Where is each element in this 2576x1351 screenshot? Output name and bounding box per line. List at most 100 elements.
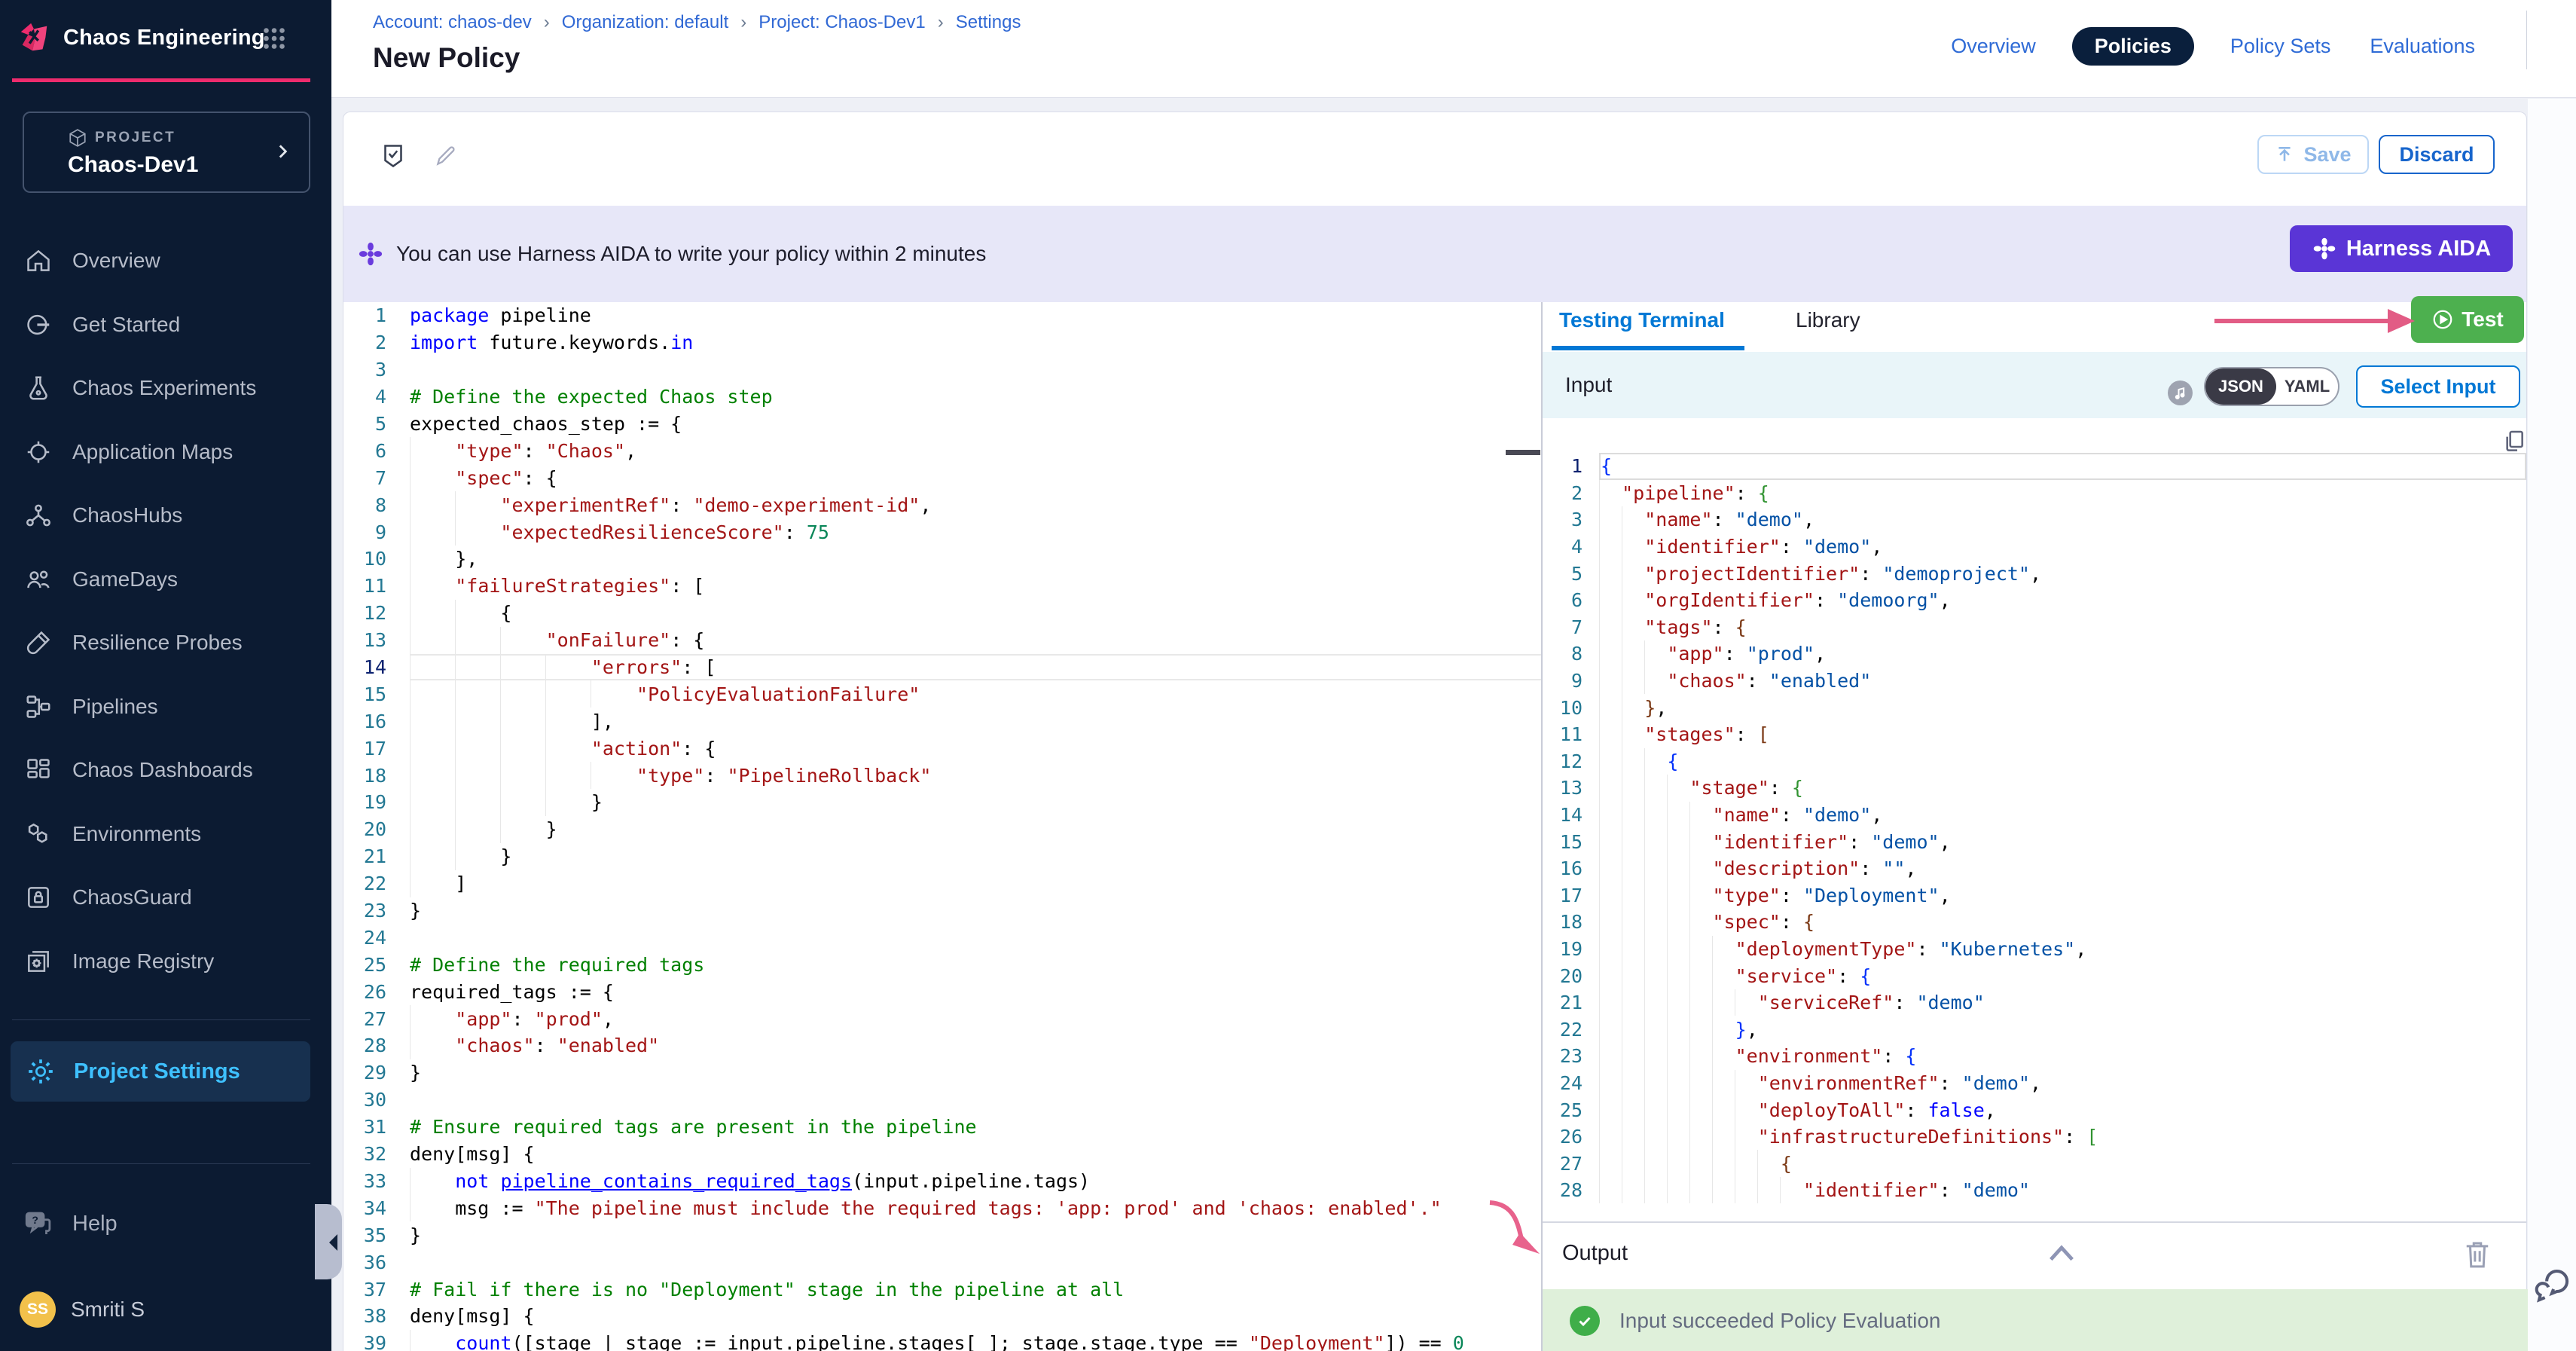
code-line[interactable]: 34 msg := "The pipeline must include the… [343, 1194, 1541, 1221]
code-line[interactable]: 26 "infrastructureDefinitions": [ [1542, 1123, 2526, 1151]
validate-policy-icon[interactable] [380, 139, 407, 173]
code-line[interactable]: 23 "environment": { [1542, 1043, 2526, 1070]
sidebar-item-chaoshubs[interactable]: ChaosHubs [0, 484, 331, 548]
format-toggle[interactable]: JSONYAML [2204, 367, 2339, 406]
user-menu[interactable]: SS Smriti S [0, 1287, 331, 1332]
code-line[interactable]: 18 "spec": { [1542, 909, 2526, 936]
project-selector[interactable]: PROJECT Chaos-Dev1 [23, 112, 310, 193]
sidebar-item-chaos-dashboards[interactable]: Chaos Dashboards [0, 738, 331, 802]
input-json-editor[interactable]: 1{2 "pipeline": {3 "name": "demo",4 "ide… [1542, 453, 2526, 1203]
code-line[interactable]: 31# Ensure required tags are present in … [343, 1114, 1541, 1141]
support-chat-icon[interactable] [2532, 1264, 2573, 1305]
copy-icon[interactable] [2502, 427, 2526, 454]
code-line[interactable]: 32deny[msg] { [343, 1141, 1541, 1168]
code-line[interactable]: 16 ], [343, 708, 1541, 735]
policy-code-editor[interactable]: 1package pipeline2import future.keywords… [343, 302, 1541, 1351]
code-line[interactable]: 27 "app": "prod", [343, 1005, 1541, 1032]
code-line[interactable]: 4 "identifier": "demo", [1542, 533, 2526, 561]
code-line[interactable]: 38deny[msg] { [343, 1303, 1541, 1330]
code-line[interactable]: 14 "errors": [ [343, 654, 1541, 681]
tab-policy-sets[interactable]: Policy Sets [2227, 27, 2334, 66]
code-line[interactable]: 27 { [1542, 1150, 2526, 1177]
sidebar-item-image-registry[interactable]: Image Registry [0, 930, 331, 994]
code-line[interactable]: 6 "orgIdentifier": "demoorg", [1542, 587, 2526, 614]
code-line[interactable]: 10 }, [343, 546, 1541, 573]
format-option-yaml[interactable]: YAML [2276, 368, 2338, 405]
sidebar-item-get-started[interactable]: Get Started [0, 293, 331, 357]
edit-pencil-icon[interactable] [434, 141, 458, 171]
code-line[interactable]: 24 "environmentRef": "demo", [1542, 1070, 2526, 1097]
code-line[interactable]: 19 } [343, 789, 1541, 816]
code-line[interactable]: 1package pipeline [343, 302, 1541, 329]
code-line[interactable]: 4# Define the expected Chaos step [343, 384, 1541, 411]
code-line[interactable]: 25 "deployToAll": false, [1542, 1096, 2526, 1123]
code-line[interactable]: 7 "tags": { [1542, 614, 2526, 641]
code-line[interactable]: 2import future.keywords.in [343, 329, 1541, 356]
code-line[interactable]: 8 "app": "prod", [1542, 640, 2526, 668]
code-line[interactable]: 24 [343, 924, 1541, 951]
sidebar-item-chaosguard[interactable]: ChaosGuard [0, 866, 331, 930]
module-grid-icon[interactable] [259, 25, 289, 52]
code-line[interactable]: 5expected_chaos_step := { [343, 411, 1541, 438]
code-line[interactable]: 33 not pipeline_contains_required_tags(i… [343, 1168, 1541, 1195]
sidebar-item-pipelines[interactable]: Pipelines [0, 675, 331, 739]
tab-overview[interactable]: Overview [1948, 27, 2039, 66]
format-option-json[interactable]: JSON [2205, 368, 2276, 405]
code-line[interactable]: 9 "chaos": "enabled" [1542, 668, 2526, 695]
breadcrumb-item[interactable]: Settings [956, 12, 1021, 33]
code-line[interactable]: 28 "chaos": "enabled" [343, 1032, 1541, 1059]
breadcrumb-item[interactable]: Account: chaos-dev [373, 12, 532, 33]
code-line[interactable]: 6 "type": "Chaos", [343, 437, 1541, 464]
chevron-up-icon[interactable] [2049, 1244, 2074, 1262]
panel-resize-handle[interactable] [1506, 450, 1540, 455]
code-line[interactable]: 15 "identifier": "demo", [1542, 828, 2526, 855]
code-line[interactable]: 17 "action": { [343, 735, 1541, 762]
code-line[interactable]: 7 "spec": { [343, 464, 1541, 491]
code-line[interactable]: 21 "serviceRef": "demo" [1542, 989, 2526, 1016]
tab-policies[interactable]: Policies [2072, 27, 2194, 66]
sidebar-collapse-handle[interactable] [315, 1204, 342, 1279]
code-line[interactable]: 26required_tags := { [343, 978, 1541, 1005]
code-line[interactable]: 14 "name": "demo", [1542, 802, 2526, 829]
sidebar-item-chaos-experiments[interactable]: Chaos Experiments [0, 356, 331, 420]
code-line[interactable]: 13 "onFailure": { [343, 627, 1541, 654]
trash-icon[interactable] [2463, 1238, 2492, 1271]
select-input-button[interactable]: Select Input [2356, 365, 2520, 408]
code-line[interactable]: 1{ [1542, 453, 2526, 480]
code-line[interactable]: 21 } [343, 843, 1541, 870]
save-button[interactable]: Save [2257, 135, 2369, 174]
code-line[interactable]: 20 } [343, 816, 1541, 843]
code-line[interactable]: 20 "service": { [1542, 962, 2526, 989]
code-line[interactable]: 30 [343, 1087, 1541, 1114]
code-line[interactable]: 12 { [343, 600, 1541, 627]
sidebar-item-resilience-probes[interactable]: Resilience Probes [0, 611, 331, 675]
code-line[interactable]: 28 "identifier": "demo" [1542, 1177, 2526, 1203]
code-line[interactable]: 36 [343, 1249, 1541, 1276]
discard-button[interactable]: Discard [2379, 135, 2495, 174]
sidebar-item-environments[interactable]: Environments [0, 802, 331, 867]
sidebar-item-project-settings[interactable]: Project Settings [11, 1041, 310, 1102]
tab-evaluations[interactable]: Evaluations [2367, 27, 2478, 66]
terminal-tab-library[interactable]: Library [1796, 308, 1860, 332]
terminal-tab-testing-terminal[interactable]: Testing Terminal [1559, 308, 1725, 332]
code-line[interactable]: 12 { [1542, 748, 2526, 775]
code-line[interactable]: 25# Define the required tags [343, 951, 1541, 978]
code-line[interactable]: 5 "projectIdentifier": "demoproject", [1542, 560, 2526, 587]
code-line[interactable]: 11 "stages": [ [1542, 721, 2526, 748]
code-line[interactable]: 8 "experimentRef": "demo-experiment-id", [343, 491, 1541, 518]
code-line[interactable]: 37# Fail if there is no "Deployment" sta… [343, 1276, 1541, 1303]
code-line[interactable]: 22 ] [343, 870, 1541, 897]
code-line[interactable]: 39 count([stage | stage := input.pipelin… [343, 1330, 1541, 1351]
code-line[interactable]: 35} [343, 1221, 1541, 1249]
code-line[interactable]: 22 }, [1542, 1016, 2526, 1043]
harness-aida-button[interactable]: Harness AIDA [2290, 225, 2513, 272]
code-line[interactable]: 17 "type": "Deployment", [1542, 882, 2526, 909]
sidebar-item-gamedays[interactable]: GameDays [0, 548, 331, 612]
code-line[interactable]: 3 "name": "demo", [1542, 506, 2526, 533]
code-line[interactable]: 9 "expectedResilienceScore": 75 [343, 518, 1541, 546]
code-line[interactable]: 16 "description": "", [1542, 855, 2526, 882]
code-line[interactable]: 23} [343, 897, 1541, 925]
code-line[interactable]: 19 "deploymentType": "Kubernetes", [1542, 936, 2526, 963]
format-input-icon[interactable] [2168, 381, 2193, 405]
code-line[interactable]: 18 "type": "PipelineRollback" [343, 762, 1541, 789]
